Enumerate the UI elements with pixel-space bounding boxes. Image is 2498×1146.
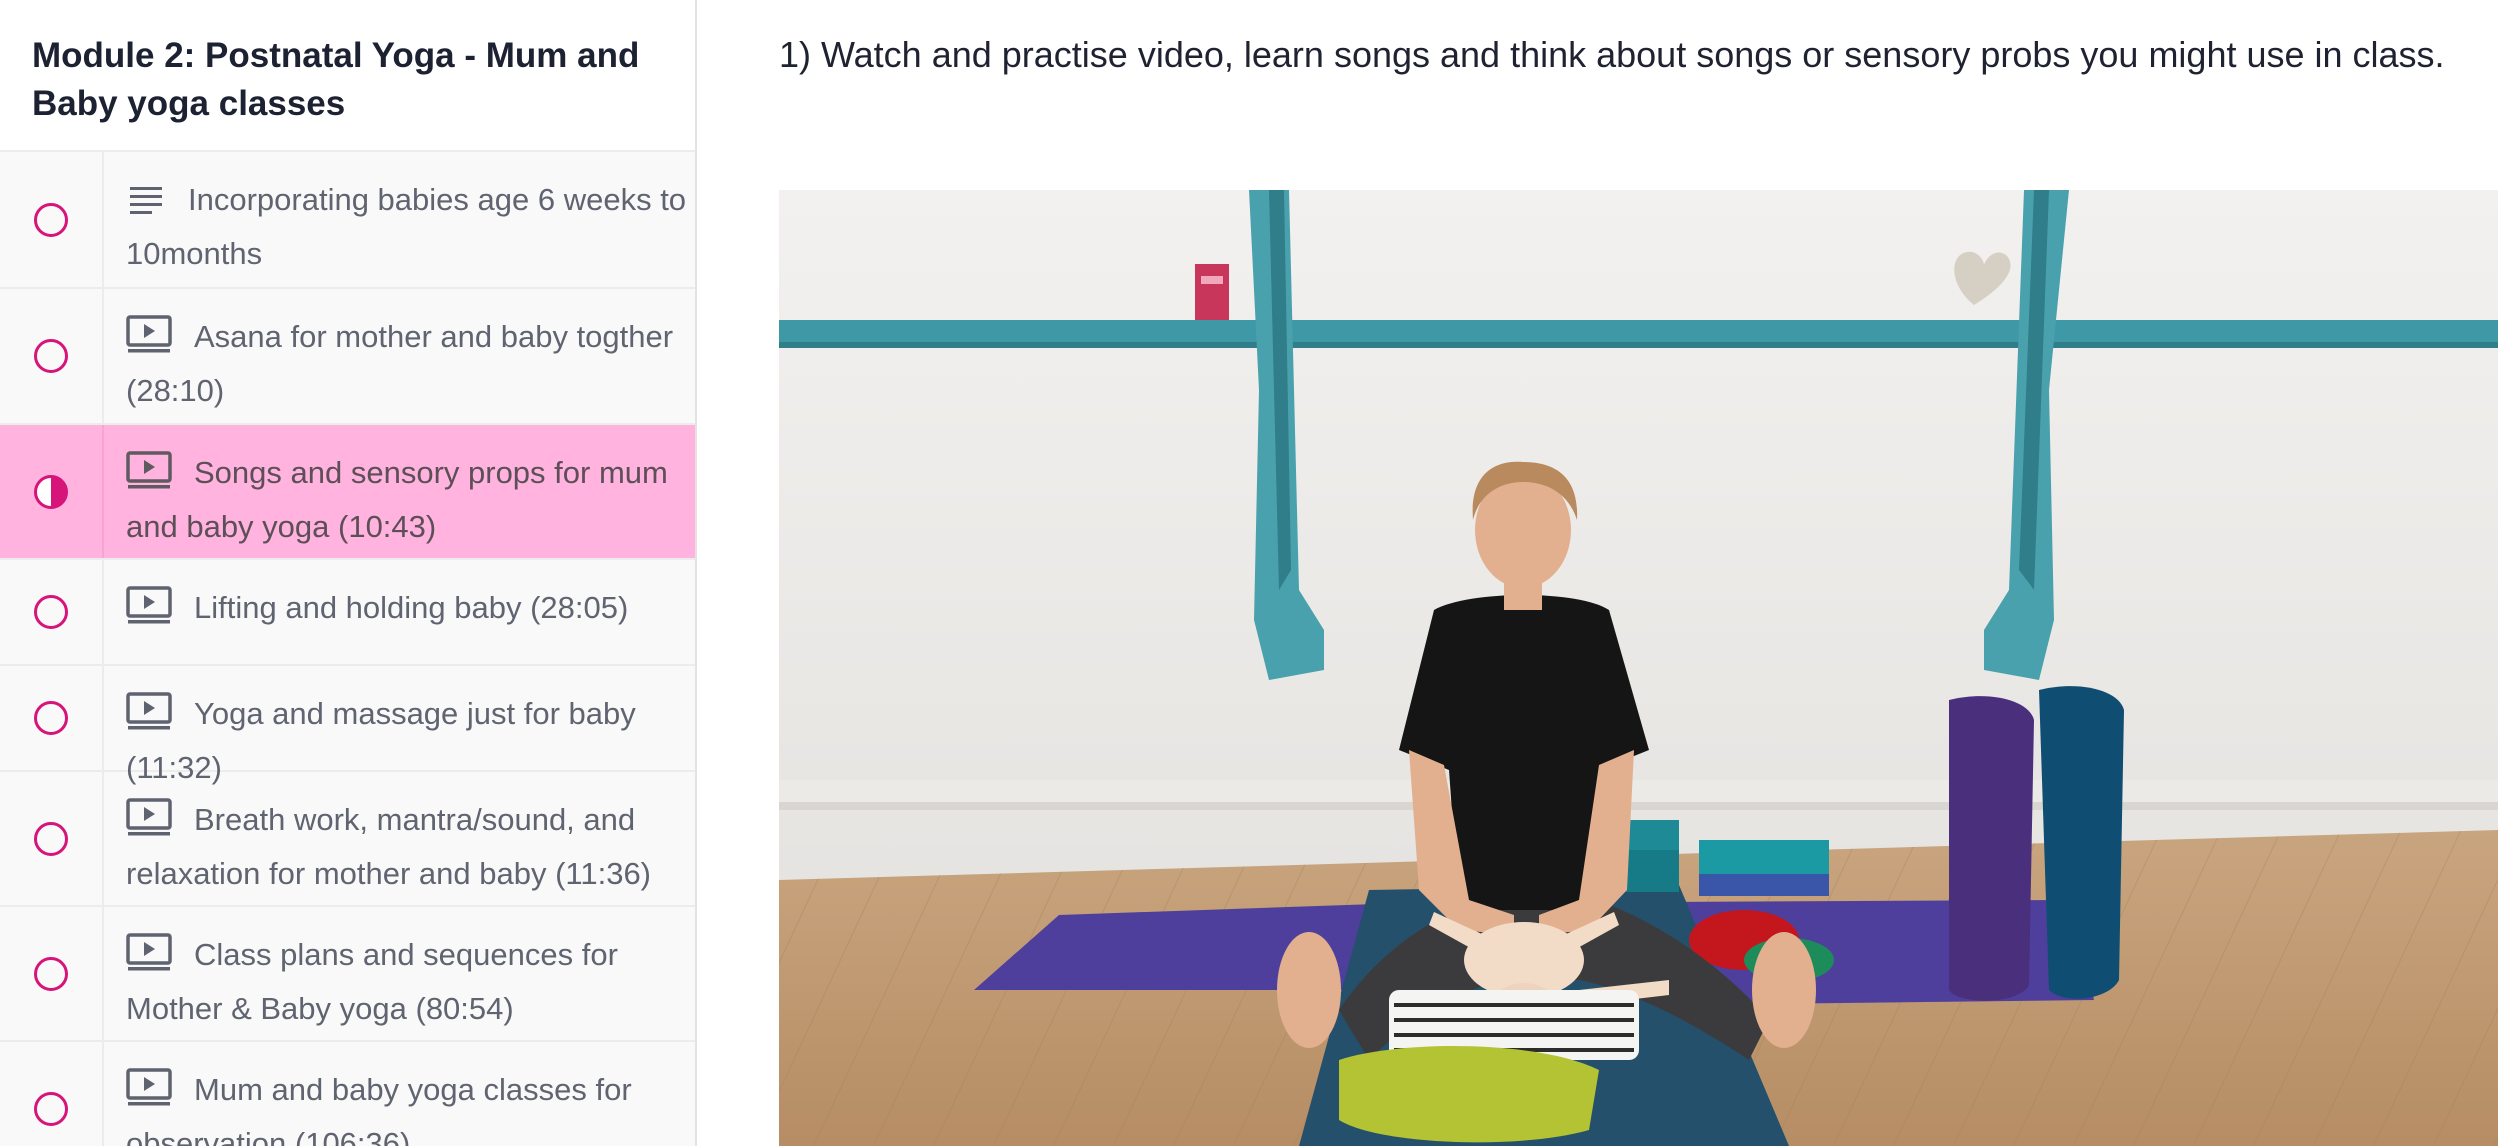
lecture-status[interactable] — [0, 289, 104, 423]
lecture-item[interactable]: Lifting and holding baby (28:05) — [0, 560, 695, 666]
lecture-content: Asana for mother and baby togther (28:10… — [104, 289, 695, 423]
lecture-content: Incorporating babies age 6 weeks to 10mo… — [104, 152, 695, 287]
lecture-title: Incorporating babies age 6 weeks to 10mo… — [126, 182, 687, 271]
lecture-status[interactable] — [0, 772, 104, 905]
incomplete-circle-icon — [34, 339, 68, 373]
video-play-icon — [126, 315, 172, 367]
lecture-content: Yoga and massage just for baby (11:32) — [104, 666, 695, 785]
lecture-status[interactable] — [0, 152, 104, 287]
course-player: Module 2: Postnatal Yoga - Mum and Baby … — [0, 0, 2498, 1146]
lecture-title: Mum and baby yoga classes for observatio… — [126, 1072, 632, 1146]
lecture-instruction: 1) Watch and practise video, learn songs… — [779, 34, 2445, 75]
video-player[interactable] — [779, 190, 2498, 1146]
lecture-title: Breath work, mantra/sound, and relaxatio… — [126, 802, 652, 891]
incomplete-circle-icon — [34, 1091, 68, 1126]
lecture-main: 1) Watch and practise video, learn songs… — [697, 0, 2498, 1146]
video-play-icon — [126, 451, 172, 503]
lecture-item[interactable]: Mum and baby yoga classes for observatio… — [0, 1042, 695, 1146]
section-title: Module 2: Postnatal Yoga - Mum and Baby … — [0, 0, 695, 152]
incomplete-circle-icon — [34, 595, 68, 629]
course-sidebar: Module 2: Postnatal Yoga - Mum and Baby … — [0, 0, 697, 1146]
video-frame — [779, 190, 2498, 1146]
lecture-content: Lifting and holding baby (28:05) — [104, 560, 695, 664]
lecture-status[interactable] — [0, 907, 104, 1040]
lecture-item[interactable]: Asana for mother and baby togther (28:10… — [0, 289, 695, 425]
incomplete-circle-icon — [34, 956, 68, 991]
lecture-item[interactable]: Class plans and sequences for Mother & B… — [0, 907, 695, 1042]
incomplete-circle-icon — [34, 821, 68, 856]
incomplete-circle-icon — [34, 701, 68, 735]
incomplete-circle-icon — [34, 202, 68, 237]
lecture-content: Breath work, mantra/sound, and relaxatio… — [104, 772, 695, 905]
lecture-status[interactable] — [0, 425, 104, 558]
video-play-icon — [126, 933, 172, 985]
lecture-title: Lifting and holding baby (28:05) — [194, 590, 629, 625]
lecture-status[interactable] — [0, 666, 104, 770]
lecture-title: Songs and sensory props for mum and baby… — [126, 455, 668, 544]
lecture-item[interactable]: Breath work, mantra/sound, and relaxatio… — [0, 772, 695, 907]
lecture-title: Class plans and sequences for Mother & B… — [126, 937, 618, 1026]
lecture-title: Asana for mother and baby togther (28:10… — [126, 319, 674, 408]
lecture-status[interactable] — [0, 560, 104, 664]
video-play-icon — [126, 1068, 172, 1120]
video-play-icon — [126, 798, 172, 850]
lecture-content: Mum and baby yoga classes for observatio… — [104, 1042, 695, 1146]
video-play-icon — [126, 692, 172, 744]
lecture-content: Class plans and sequences for Mother & B… — [104, 907, 695, 1040]
lecture-item[interactable]: Yoga and massage just for baby (11:32) — [0, 666, 695, 785]
lecture-content: Songs and sensory props for mum and baby… — [104, 425, 695, 558]
lecture-status[interactable] — [0, 1042, 104, 1146]
in-progress-half-circle-icon — [34, 474, 68, 509]
lecture-item[interactable]: Incorporating babies age 6 weeks to 10mo… — [0, 152, 695, 289]
text-lines-icon — [126, 182, 166, 230]
video-play-icon — [126, 586, 172, 638]
lecture-item-active[interactable]: Songs and sensory props for mum and baby… — [0, 425, 695, 560]
